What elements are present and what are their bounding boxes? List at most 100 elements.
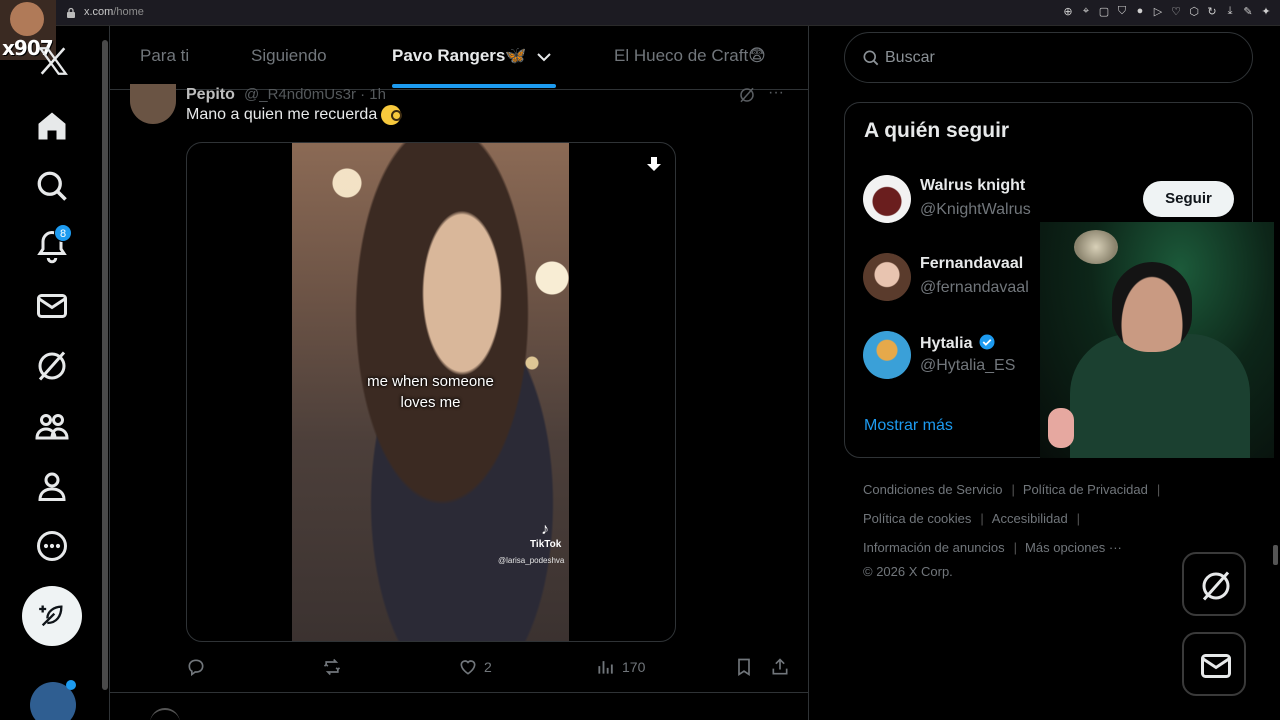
heart-icon[interactable]: ♡ bbox=[1170, 5, 1182, 18]
address-bar[interactable]: x.com/home bbox=[84, 6, 144, 18]
share-icon bbox=[772, 658, 788, 675]
suggestion-handle[interactable]: @Hytalia_ES bbox=[920, 357, 1015, 375]
messages-floating-button[interactable] bbox=[1182, 632, 1246, 696]
footer-ads-info-link[interactable]: Información de anuncios bbox=[863, 540, 1005, 555]
grok-post-icon[interactable] bbox=[738, 86, 756, 104]
reply-icon bbox=[188, 659, 204, 677]
footer-separator: | bbox=[980, 511, 984, 526]
bookmark-icon bbox=[738, 658, 750, 677]
download-arrow-icon[interactable] bbox=[645, 155, 663, 173]
tiktok-logo-icon: ♪ bbox=[541, 521, 549, 538]
post-author-avatar[interactable] bbox=[130, 84, 176, 124]
nav-scrollbar[interactable] bbox=[101, 26, 109, 720]
reply-button[interactable] bbox=[186, 656, 206, 678]
tab-siguiendo[interactable]: Siguiendo bbox=[251, 46, 327, 66]
suggestion-name[interactable]: Fernandavaal bbox=[920, 255, 1023, 273]
mail-icon bbox=[1201, 654, 1231, 678]
account-status-dot bbox=[66, 680, 76, 690]
edit-icon[interactable]: ✎ bbox=[1242, 5, 1254, 18]
footer-cookies-link[interactable]: Política de cookies bbox=[863, 511, 971, 526]
like-count: 2 bbox=[484, 659, 492, 675]
scrollbar-thumb[interactable] bbox=[102, 40, 108, 690]
left-nav: 8 bbox=[0, 26, 100, 720]
streamer-head-image bbox=[1112, 262, 1192, 352]
chevron-down-icon[interactable] bbox=[536, 50, 552, 64]
repost-icon bbox=[323, 658, 341, 676]
suggestion-handle[interactable]: @KnightWalrus bbox=[920, 201, 1031, 219]
tab-para-ti[interactable]: Para ti bbox=[140, 46, 189, 66]
suggestion-name[interactable]: Walrus knight bbox=[920, 177, 1025, 195]
post-author-name[interactable]: Pepito bbox=[186, 86, 235, 104]
bookmark-button[interactable] bbox=[734, 656, 754, 678]
show-more-link[interactable]: Mostrar más bbox=[864, 417, 953, 435]
suggestion-name[interactable]: Hytalia bbox=[920, 333, 996, 353]
page-scrollbar[interactable] bbox=[1273, 545, 1278, 565]
search-box[interactable]: Buscar bbox=[844, 32, 1253, 83]
video-player[interactable]: me when someone loves me ♪ TikTok @larisa_… bbox=[292, 143, 569, 641]
microphone-image bbox=[1074, 230, 1118, 264]
post-author-handle[interactable]: @_R4nd0mUs3r · 1h bbox=[244, 86, 386, 103]
video-caption-line-1: me when someone bbox=[367, 373, 494, 390]
search-icon bbox=[863, 50, 879, 66]
like-button[interactable]: 2 bbox=[458, 656, 492, 678]
video-caption-line-2: loves me bbox=[400, 394, 461, 411]
search-icon[interactable] bbox=[34, 168, 70, 204]
footer-privacy-link[interactable]: Política de Privacidad bbox=[1023, 482, 1148, 497]
footer-row: Información de anuncios | Más opciones ··· bbox=[863, 540, 1122, 555]
video-caption: me when someone loves me bbox=[292, 371, 569, 413]
notifications-badge: 8 bbox=[54, 224, 72, 242]
views-button[interactable]: 170 bbox=[596, 656, 645, 678]
zoom-icon[interactable]: ⊕ bbox=[1062, 5, 1074, 18]
profile-icon[interactable] bbox=[34, 468, 70, 504]
bookmark-icon[interactable]: ▷ bbox=[1152, 5, 1164, 18]
extension-icon[interactable]: ⬡ bbox=[1188, 5, 1200, 18]
footer-row: Condiciones de Servicio | Política de Priv… bbox=[863, 482, 1168, 497]
shield-icon[interactable]: ⛉ bbox=[1116, 5, 1128, 18]
grok-icon[interactable] bbox=[34, 348, 70, 384]
mail-icon[interactable] bbox=[34, 288, 70, 324]
share-button[interactable] bbox=[770, 656, 790, 678]
repost-button[interactable] bbox=[321, 656, 343, 678]
search-input[interactable]: Buscar bbox=[885, 49, 935, 67]
post-media[interactable]: me when someone loves me ♪ TikTok @larisa_… bbox=[186, 142, 676, 642]
pin-icon[interactable]: ⌖ bbox=[1080, 5, 1092, 18]
grok-floating-button[interactable] bbox=[1182, 552, 1246, 616]
footer-more-options-link[interactable]: Más opciones ··· bbox=[1025, 540, 1122, 555]
timeline: Para ti Siguiendo Pavo Rangers🦋 El Hueco… bbox=[109, 26, 809, 720]
post-more-icon[interactable]: ··· bbox=[768, 84, 784, 102]
tab-pavo-rangers[interactable]: Pavo Rangers🦋 bbox=[392, 46, 527, 66]
mascot-sticker-image bbox=[1048, 408, 1074, 448]
views-count: 170 bbox=[622, 659, 646, 675]
verified-badge-icon bbox=[979, 334, 995, 350]
monocle-emoji-icon bbox=[381, 105, 403, 125]
footer-separator: | bbox=[1013, 540, 1018, 555]
download-icon[interactable]: ⤓ bbox=[1224, 5, 1236, 18]
communities-icon[interactable] bbox=[34, 408, 70, 444]
record-icon[interactable]: ● bbox=[1134, 5, 1146, 18]
footer-terms-link[interactable]: Condiciones de Servicio bbox=[863, 482, 1002, 497]
timeline-tabs: Para ti Siguiendo Pavo Rangers🦋 El Hueco… bbox=[110, 26, 808, 90]
more-circle-icon[interactable] bbox=[34, 528, 70, 564]
footer-copyright: © 2026 X Corp. bbox=[863, 564, 953, 579]
suggestion-avatar[interactable] bbox=[863, 175, 911, 223]
post-text-content: Mano a quien me recuerda bbox=[186, 106, 378, 124]
suggestion-avatar[interactable] bbox=[863, 253, 911, 301]
screenshot-icon[interactable]: ▢ bbox=[1098, 5, 1110, 18]
ai-icon[interactable]: ✦ bbox=[1260, 5, 1272, 18]
footer-separator: | bbox=[1076, 511, 1081, 526]
post[interactable]: Pepito @_R4nd0mUs3r · 1h ··· Mano a quie… bbox=[110, 84, 808, 693]
next-post-avatar[interactable] bbox=[150, 708, 180, 720]
tab-el-hueco-de-craft[interactable]: El Hueco de Craft😨 bbox=[614, 46, 766, 66]
compose-post-button[interactable] bbox=[22, 586, 82, 646]
suggestion-avatar[interactable] bbox=[863, 331, 911, 379]
who-to-follow-title: A quién seguir bbox=[864, 119, 1010, 142]
home-icon[interactable] bbox=[34, 108, 70, 144]
x-logo-icon[interactable] bbox=[36, 44, 70, 78]
footer-accessibility-link[interactable]: Accesibilidad bbox=[992, 511, 1068, 526]
sync-icon[interactable]: ↻ bbox=[1206, 5, 1218, 18]
tiktok-watermark: ♪ TikTok bbox=[530, 521, 561, 550]
lock-icon bbox=[67, 7, 75, 18]
suggestion-handle[interactable]: @fernandavaal bbox=[920, 279, 1029, 297]
follow-button[interactable]: Seguir bbox=[1143, 181, 1234, 217]
post-actions: 2 170 bbox=[186, 656, 796, 682]
